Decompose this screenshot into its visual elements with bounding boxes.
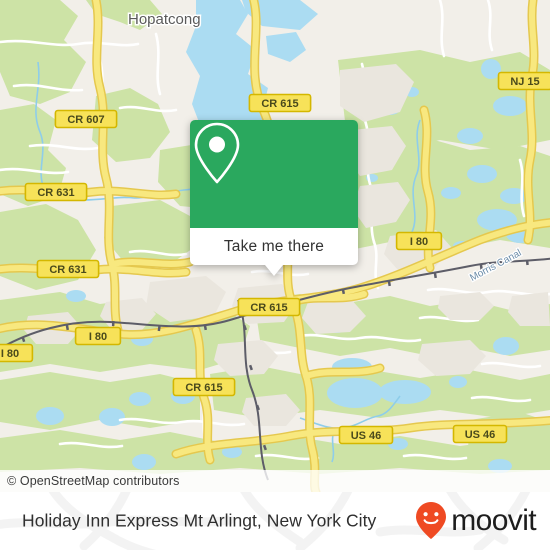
road-shield: CR 631: [24, 182, 88, 202]
road-shield-label: CR 615: [261, 98, 298, 110]
road-shield: US 46: [338, 425, 394, 445]
popup-image-area: [190, 120, 358, 228]
road-shield-label: CR 607: [67, 114, 104, 126]
attribution-text: © OpenStreetMap contributors: [7, 474, 180, 488]
road-shield-label: US 46: [465, 429, 496, 441]
map-attribution[interactable]: © OpenStreetMap contributors: [0, 470, 550, 492]
road-shield: CR 615: [248, 93, 312, 113]
road-shield: CR 631: [36, 259, 100, 279]
road-shield-label: CR 631: [49, 264, 86, 276]
road-shield-label: US 46: [351, 430, 382, 442]
moovit-smiley-pin-icon: [416, 502, 447, 539]
map-canvas[interactable]: Hopatcong Morris Canal NJ 15 CR 615 CR 607…: [0, 0, 550, 492]
map-screenshot: Hopatcong Morris Canal NJ 15 CR 615 CR 607…: [0, 0, 550, 550]
svg-text:Hopatcong: Hopatcong: [128, 11, 201, 28]
road-shield: I 80: [0, 343, 34, 363]
moovit-wordmark: moovit: [451, 504, 536, 537]
location-popup[interactable]: Take me there: [190, 120, 358, 276]
road-shield: CR 607: [54, 109, 118, 129]
road-shield-label: I 80: [410, 236, 428, 248]
map-place-label-hopatcong: Hopatcong: [127, 10, 203, 30]
place-title: Holiday Inn Express Mt Arlingt, New York…: [22, 510, 377, 531]
road-shield-label: CR 631: [37, 187, 74, 199]
take-me-there-label: Take me there: [223, 237, 325, 255]
footer-bar: Holiday Inn Express Mt Arlingt, New York…: [0, 492, 550, 550]
road-shield-label: NJ 15: [510, 76, 539, 88]
road-shield: I 80: [395, 231, 443, 251]
road-shield: US 46: [452, 424, 508, 444]
moovit-brand[interactable]: moovit: [414, 501, 537, 541]
road-shield: NJ 15: [497, 71, 550, 91]
road-shield-label: I 80: [1, 348, 19, 360]
road-shield: CR 615: [237, 297, 301, 317]
take-me-there-button[interactable]: Take me there: [190, 228, 358, 265]
map-pin-icon: [194, 122, 240, 184]
road-shield: I 80: [74, 326, 122, 346]
road-shield-label: CR 615: [185, 382, 222, 394]
road-shield-label: I 80: [89, 331, 107, 343]
popup-tail: [265, 265, 283, 276]
road-shield-label: CR 615: [250, 302, 287, 314]
road-shield: CR 615: [172, 377, 236, 397]
